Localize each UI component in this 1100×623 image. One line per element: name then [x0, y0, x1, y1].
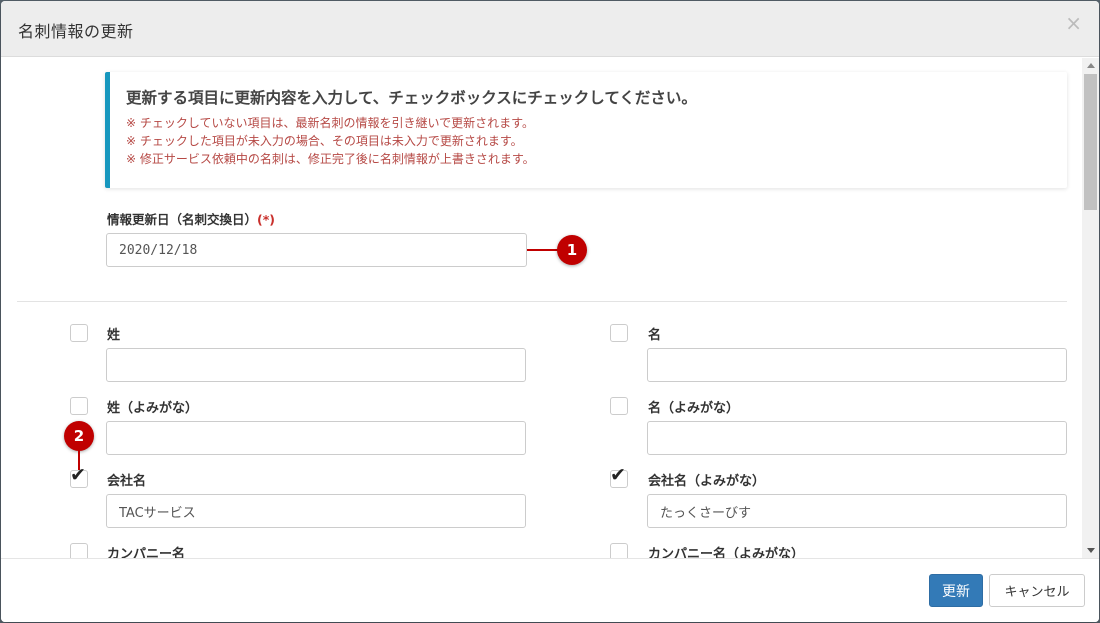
- update-card-dialog: 名刺情報の更新 × 更新する項目に更新内容を入力して、チェックボックスにチェック…: [1, 1, 1099, 622]
- field-label-first-name-kana: 名（よみがな）: [648, 401, 740, 416]
- instruction-notice: 更新する項目に更新内容を入力して、チェックボックスにチェックしてください。 ※ …: [105, 72, 1067, 188]
- vertical-scrollbar[interactable]: [1082, 58, 1099, 558]
- last-name-input[interactable]: [106, 348, 526, 382]
- checkbox-first-name-kana[interactable]: [610, 397, 628, 415]
- field-label-company-name-kana: 会社名（よみがな）: [648, 474, 766, 489]
- notice-line: ※ チェックしていない項目は、最新名刺の情報を引き継いで更新されます。: [126, 116, 534, 130]
- field-label-last-name-kana: 姓（よみがな）: [107, 401, 199, 416]
- checkbox-first-name[interactable]: [610, 324, 628, 342]
- update-date-input[interactable]: [106, 233, 527, 267]
- update-button[interactable]: 更新: [929, 574, 983, 607]
- notice-line: ※ チェックした項目が未入力の場合、その項目は未入力で更新されます。: [126, 134, 523, 148]
- dialog-title: 名刺情報の更新: [18, 22, 134, 41]
- company-name-kana-input[interactable]: [647, 494, 1067, 528]
- dialog-footer: 更新 キャンセル: [1, 558, 1099, 622]
- checkbox-division-name[interactable]: [70, 543, 88, 558]
- checkbox-last-name-kana[interactable]: [70, 397, 88, 415]
- scroll-thumb[interactable]: [1084, 74, 1097, 210]
- field-label-last-name: 姓: [107, 328, 121, 343]
- dialog-header: 名刺情報の更新 ×: [1, 1, 1099, 57]
- field-label-company-name: 会社名: [107, 474, 147, 489]
- cancel-button[interactable]: キャンセル: [989, 574, 1085, 607]
- callout-1-badge: 1: [557, 235, 587, 265]
- first-name-input[interactable]: [647, 348, 1067, 382]
- checkbox-division-name-kana[interactable]: [610, 543, 628, 558]
- field-label-division-name: カンパニー名: [107, 547, 186, 558]
- first-name-kana-input[interactable]: [647, 421, 1067, 455]
- field-label-first-name: 名: [648, 328, 662, 343]
- notice-heading: 更新する項目に更新内容を入力して、チェックボックスにチェックしてください。: [126, 89, 697, 107]
- company-name-input[interactable]: [106, 494, 526, 528]
- checkbox-company-name[interactable]: ✔: [70, 466, 88, 488]
- field-label-division-name-kana: カンパニー名（よみがな）: [648, 547, 805, 558]
- last-name-kana-input[interactable]: [106, 421, 526, 455]
- scroll-down-arrow-icon[interactable]: [1087, 548, 1095, 553]
- check-icon: ✔: [70, 464, 86, 486]
- dialog-body: 更新する項目に更新内容を入力して、チェックボックスにチェックしてください。 ※ …: [1, 58, 1099, 558]
- close-icon[interactable]: ×: [1065, 13, 1082, 33]
- required-mark: (*): [257, 212, 275, 227]
- check-icon: ✔: [610, 464, 626, 486]
- update-date-label-text: 情報更新日（名刺交換日）: [107, 212, 258, 227]
- checkbox-last-name[interactable]: [70, 324, 88, 342]
- update-date-label: 情報更新日（名刺交換日）(*): [107, 209, 275, 228]
- scroll-up-arrow-icon[interactable]: [1087, 63, 1095, 68]
- notice-line: ※ 修正サービス依頼中の名刺は、修正完了後に名刺情報が上書きされます。: [126, 152, 535, 166]
- callout-1-line: [527, 249, 559, 251]
- callout-2-badge: 2: [64, 421, 94, 451]
- section-divider: [17, 301, 1067, 302]
- checkbox-company-name-kana[interactable]: ✔: [610, 466, 628, 488]
